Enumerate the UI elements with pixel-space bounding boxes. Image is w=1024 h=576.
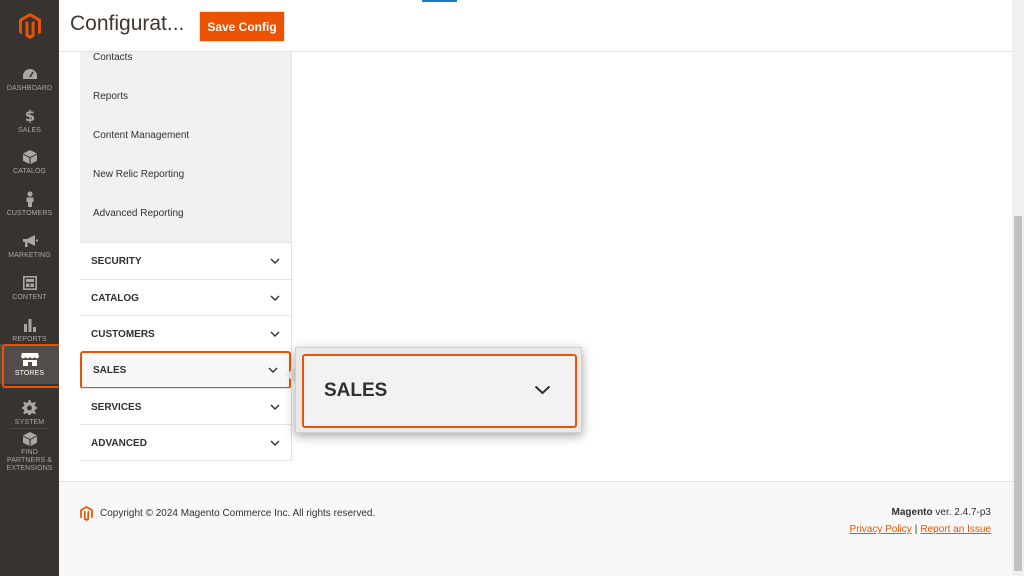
nav-divider (10, 428, 49, 429)
content-icon (22, 274, 37, 291)
chevron-down-icon (270, 256, 280, 266)
page-scrollbar[interactable] (1012, 0, 1024, 576)
nav-item-label: CONTENT (12, 294, 47, 301)
nav-item-content[interactable]: CONTENT (0, 267, 59, 309)
section-title: SECURITY (91, 255, 142, 267)
person-icon (25, 190, 35, 207)
advanced-subitems-list: Contacts Reports Content Management New … (80, 52, 291, 242)
section-title: SERVICES (91, 401, 142, 413)
section-sales[interactable]: SALES (80, 351, 291, 389)
version-text: ver. 2.4.7-p3 (932, 507, 991, 518)
store-icon (20, 350, 39, 367)
nav-item-label: SALES (17, 127, 42, 134)
chevron-down-icon (270, 329, 280, 339)
nav-item-label: MARKETING (8, 252, 51, 259)
callout-sales-section: SALES (302, 354, 577, 428)
nav-item-sales[interactable]: $ SALES (0, 100, 59, 142)
nav-item-catalog[interactable]: CATALOG (0, 141, 59, 183)
footer-links: Privacy Policy | Report an Issue (850, 524, 991, 535)
nav-item-label: FIND PARTNERS & EXTENSIONS (6, 448, 53, 472)
nav-item-customers[interactable]: CUSTOMERS (0, 183, 59, 225)
brand-name: Magento (891, 507, 933, 518)
page-title: Configurat... (70, 12, 185, 35)
chevron-down-icon (534, 382, 551, 400)
report-issue-link[interactable]: Report an Issue (920, 524, 991, 535)
section-title: CUSTOMERS (91, 328, 155, 340)
nav-item-label: CATALOG (12, 168, 47, 175)
subitem-reports[interactable]: Reports (93, 91, 128, 102)
save-config-button[interactable]: Save Config (199, 11, 285, 42)
scope-switcher-indicator (422, 0, 457, 2)
section-title: SALES (93, 364, 127, 376)
chevron-down-icon (270, 293, 280, 303)
megaphone-icon (22, 232, 38, 249)
section-services[interactable]: SERVICES (80, 388, 291, 425)
page-footer: Copyright © 2024 Magento Commerce Inc. A… (59, 481, 1012, 576)
subitem-advanced-reporting[interactable]: Advanced Reporting (93, 208, 184, 219)
subitem-new-relic-reporting[interactable]: New Relic Reporting (93, 169, 184, 180)
nav-item-find-partners[interactable]: FIND PARTNERS & EXTENSIONS (0, 431, 59, 472)
section-advanced[interactable]: ADVANCED (80, 424, 291, 461)
section-customers[interactable]: CUSTOMERS (80, 315, 291, 352)
dollar-icon: $ (25, 107, 35, 124)
chevron-down-icon (270, 438, 280, 448)
config-tabs-nav: Contacts Reports Content Management New … (80, 52, 292, 461)
magento-logo-icon (80, 506, 93, 526)
magento-logo-icon[interactable] (0, 0, 59, 52)
copyright-text: Copyright © 2024 Magento Commerce Inc. A… (100, 508, 376, 519)
nav-item-dashboard[interactable]: DASHBOARD (0, 58, 59, 100)
cube-icon (22, 431, 37, 446)
scrollbar-thumb[interactable] (1014, 216, 1022, 571)
chevron-down-icon (270, 402, 280, 412)
version-info: Magento ver. 2.4.7-p3 (892, 507, 991, 518)
bar-chart-icon (23, 316, 37, 333)
zoom-callout: SALES (295, 347, 582, 433)
section-catalog[interactable]: CATALOG (80, 279, 291, 316)
nav-item-label: STORES (14, 370, 45, 377)
callout-title: SALES (324, 380, 388, 401)
admin-sidebar: DASHBOARD $ SALES CATALOG CUSTOMERS MARK… (0, 0, 61, 576)
nav-item-label: DASHBOARD (6, 85, 53, 92)
dashboard-icon (22, 65, 38, 82)
section-security[interactable]: SECURITY (80, 242, 291, 279)
section-title: ADVANCED (91, 437, 147, 449)
nav-item-label: SYSTEM (14, 419, 45, 426)
nav-item-stores[interactable]: STORES (0, 344, 61, 388)
svg-text:$: $ (25, 108, 35, 123)
divider (80, 460, 292, 461)
callout-pointer (286, 367, 295, 383)
subitem-content-management[interactable]: Content Management (93, 130, 189, 141)
subitem-contacts[interactable]: Contacts (93, 52, 132, 63)
link-separator: | (914, 524, 918, 535)
chevron-down-icon (268, 365, 278, 375)
section-title: CATALOG (91, 292, 139, 304)
privacy-policy-link[interactable]: Privacy Policy (850, 524, 912, 535)
page-header: Configurat... Save Config (59, 0, 1012, 52)
nav-item-label: REPORTS (12, 336, 47, 343)
nav-item-label: CUSTOMERS (6, 210, 53, 217)
gear-icon (22, 399, 37, 416)
nav-item-marketing[interactable]: MARKETING (0, 225, 59, 267)
box-icon (22, 148, 37, 165)
